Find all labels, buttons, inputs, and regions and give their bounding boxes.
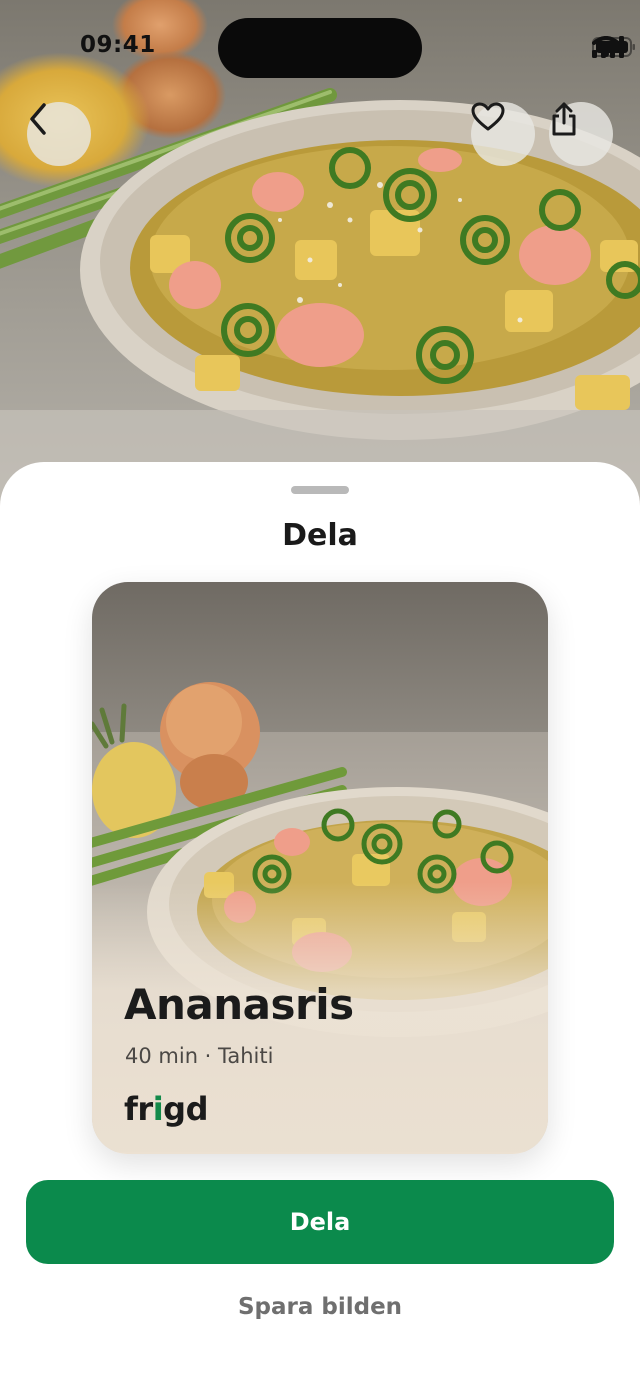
share-preview-card: Ananasris 40 min · Tahiti frigd [92, 582, 548, 1154]
recipe-hero-image: 09:41 [0, 0, 640, 520]
card-recipe-title: Ananasris [124, 980, 354, 1029]
share-icon [552, 102, 576, 136]
favorite-button[interactable] [471, 102, 535, 166]
share-screen: 09:41 Dela Ananasris 40 min · Tahiti fri… [0, 0, 640, 1388]
chevron-left-icon [30, 103, 46, 135]
food-photo-illustration [0, 88, 640, 520]
status-time: 09:41 [80, 32, 156, 58]
battery-icon [592, 37, 635, 57]
frigd-logo: frigd [124, 1090, 208, 1128]
dynamic-island [218, 18, 422, 78]
sheet-title: Dela [282, 518, 358, 553]
sheet-grabber[interactable] [291, 486, 349, 494]
save-image-button[interactable]: Spara bilden [0, 1294, 640, 1320]
logo-text-suffix: gd [163, 1090, 208, 1128]
back-button[interactable] [27, 102, 91, 166]
card-recipe-meta: 40 min · Tahiti [125, 1044, 274, 1068]
share-button[interactable] [549, 102, 613, 166]
logo-text-accent: i [152, 1090, 164, 1128]
logo-text-prefix: fr [124, 1090, 153, 1128]
heart-icon [471, 102, 505, 131]
share-button-primary[interactable]: Dela [26, 1180, 614, 1264]
share-sheet: Dela Ananasris 40 min · Tahiti frigd Del… [0, 462, 640, 1388]
